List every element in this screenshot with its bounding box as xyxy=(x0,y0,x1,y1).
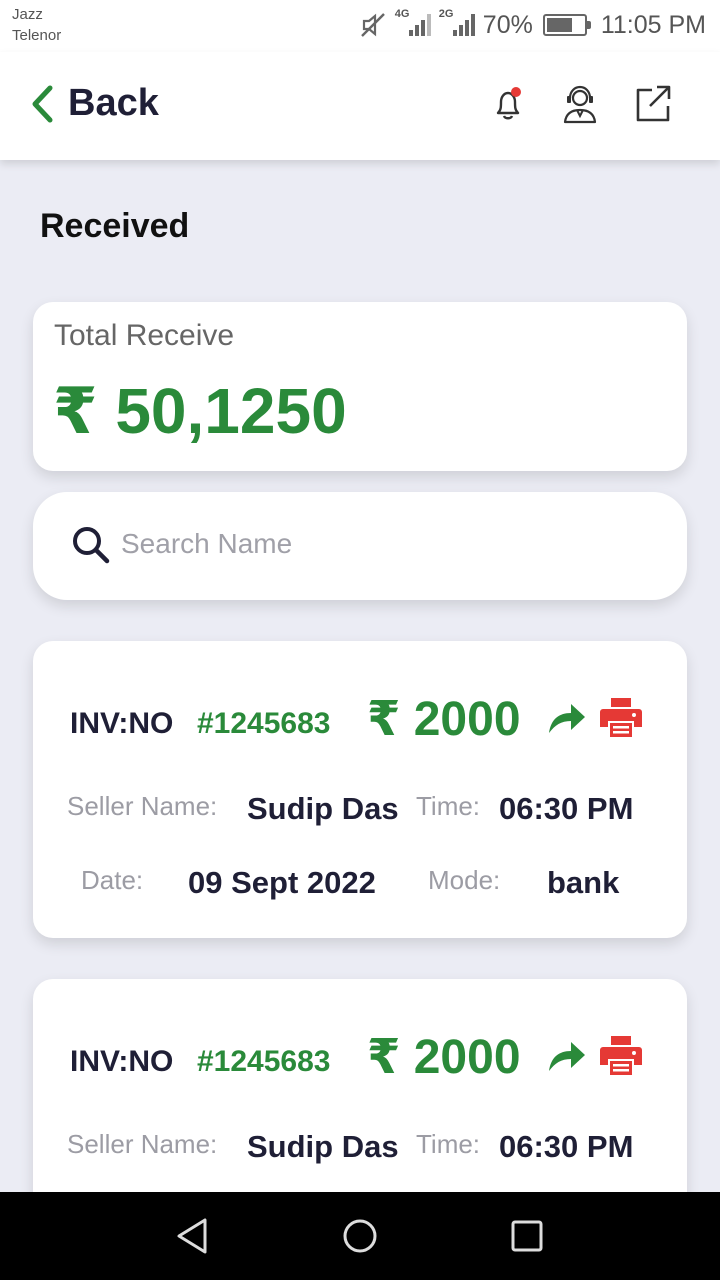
battery-fill xyxy=(546,18,573,32)
signal-2g-icon: 2G xyxy=(438,8,475,40)
total-receive-amount: ₹ 50,1250 xyxy=(53,375,347,447)
search-bar xyxy=(33,492,687,600)
nav-back-icon[interactable] xyxy=(171,1214,215,1258)
mode-value: bank xyxy=(547,865,620,900)
carrier-name-1: Jazz xyxy=(12,6,43,23)
header-actions xyxy=(486,82,674,126)
chevron-left-icon xyxy=(32,85,53,122)
date-value: 09 Sept 2022 xyxy=(188,865,376,900)
invoice-number-label: INV:NO xyxy=(70,707,174,740)
date-label: Date: xyxy=(81,865,144,895)
battery-percent: 70% xyxy=(482,10,533,39)
mute-icon xyxy=(360,13,385,37)
time-label: Time: xyxy=(416,1129,481,1159)
time-value: 06:30 PM xyxy=(499,791,634,826)
print-icon[interactable] xyxy=(599,695,643,739)
invoice-amount: ₹ 2000 xyxy=(367,1031,521,1084)
nav-recents-icon[interactable] xyxy=(505,1214,549,1258)
clock: 11:05 PM xyxy=(600,10,706,39)
seller-name-label: Seller Name: xyxy=(67,791,218,821)
invoice-card[interactable]: INV:NO #1245683 ₹ 2000 Seller Name: Sudi… xyxy=(33,641,687,938)
search-input[interactable] xyxy=(121,520,641,568)
print-icon[interactable] xyxy=(599,1033,643,1077)
external-link-icon[interactable] xyxy=(630,82,674,126)
signal-4g-icon: 4G xyxy=(394,8,431,40)
network-2-label: 2G xyxy=(438,8,454,20)
status-bar: Jazz Telenor 4G 2G 70% 11:05 PM xyxy=(0,0,720,52)
app-header: Back xyxy=(0,52,720,160)
time-value: 06:30 PM xyxy=(499,1129,634,1164)
invoice-number: #1245683 xyxy=(197,707,331,740)
system-nav-bar xyxy=(0,1192,720,1280)
seller-name: Sudip Das xyxy=(247,791,399,826)
nav-home-icon[interactable] xyxy=(338,1214,382,1258)
invoice-number-label: INV:NO xyxy=(70,1045,174,1078)
page-title: Received xyxy=(40,207,190,245)
share-icon[interactable] xyxy=(545,697,587,737)
share-icon[interactable] xyxy=(545,1035,587,1075)
invoice-number: #1245683 xyxy=(197,1045,331,1078)
carrier-name-2: Telenor xyxy=(12,27,62,44)
seller-name: Sudip Das xyxy=(247,1129,399,1164)
time-label: Time: xyxy=(416,791,481,821)
battery-icon xyxy=(542,14,591,36)
back-button[interactable]: Back xyxy=(30,82,159,125)
total-receive-card: Total Receive ₹ 50,1250 xyxy=(33,302,687,471)
invoice-amount: ₹ 2000 xyxy=(367,693,521,746)
seller-name-label: Seller Name: xyxy=(67,1129,218,1159)
bell-icon[interactable] xyxy=(486,82,530,126)
total-receive-label: Total Receive xyxy=(54,319,235,352)
network-1-label: 4G xyxy=(394,8,410,20)
status-indicators: 4G 2G 70% 11:05 PM xyxy=(359,8,706,42)
support-agent-icon[interactable] xyxy=(558,82,602,126)
mode-label: Mode: xyxy=(428,865,501,895)
search-icon xyxy=(73,527,110,564)
back-label: Back xyxy=(68,82,159,124)
